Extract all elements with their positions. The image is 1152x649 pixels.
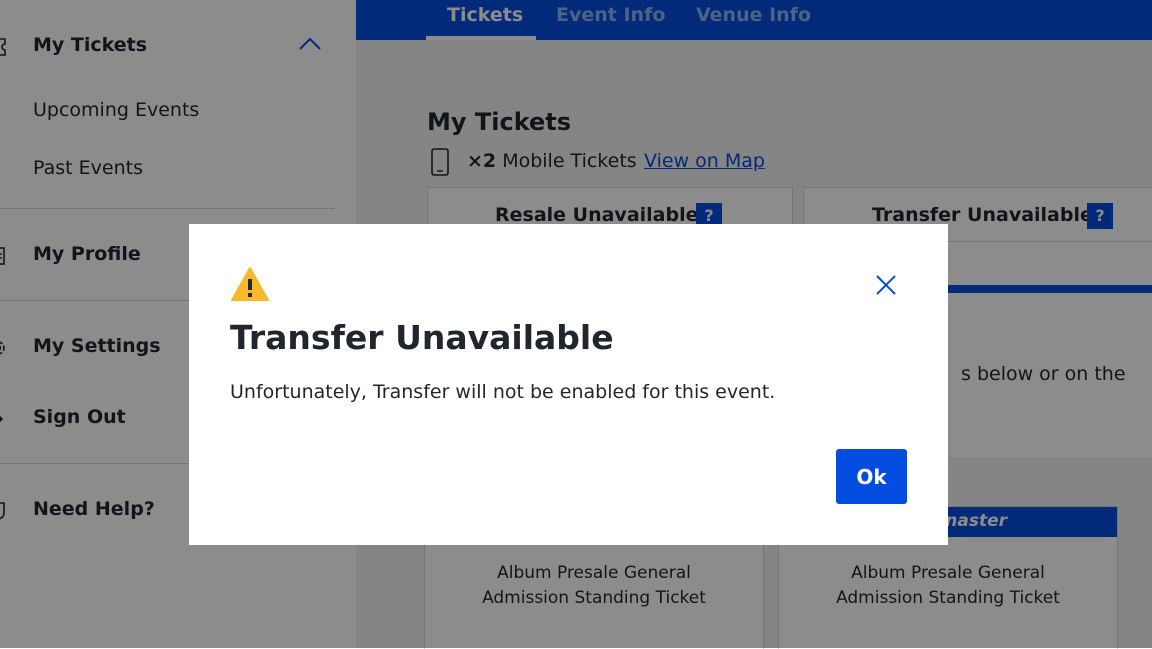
- close-icon[interactable]: [875, 274, 897, 296]
- dialog-message: Unfortunately, Transfer will not be enab…: [230, 381, 776, 403]
- transfer-unavailable-dialog: Transfer Unavailable Unfortunately, Tran…: [189, 224, 948, 545]
- dialog-title: Transfer Unavailable: [230, 318, 614, 357]
- ok-button[interactable]: Ok: [836, 449, 907, 504]
- warning-icon: [231, 267, 269, 301]
